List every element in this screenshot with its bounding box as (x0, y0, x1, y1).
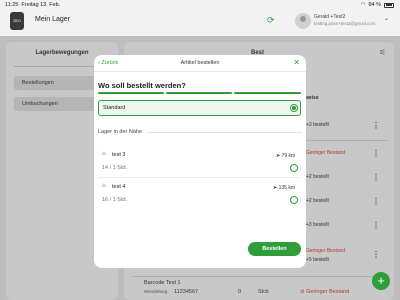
status-text: +2 bestellt (306, 174, 329, 180)
status-text: +2 bestellt (306, 198, 329, 204)
add-button[interactable]: + (372, 272, 390, 290)
item-qty: 0 (238, 289, 242, 295)
warehouse-icon: ⌂ (102, 183, 106, 189)
app-title: Mein Lager (35, 16, 71, 23)
plus-icon: + (377, 273, 385, 288)
more-vert-icon[interactable]: ⋮ (372, 250, 380, 259)
order-dialog: ‹ Zurück Artikel bestellen ✕ Wo soll bes… (94, 55, 306, 268)
more-vert-icon[interactable]: ⋮ (372, 121, 380, 130)
avatar[interactable] (295, 13, 311, 29)
radio-unselected-icon[interactable] (290, 196, 298, 204)
radio-selected-icon[interactable] (290, 104, 298, 112)
more-vert-icon[interactable]: ⋮ (372, 221, 380, 230)
order-button[interactable]: Bestellen (248, 242, 301, 256)
status-text: Geringer Bestand (306, 248, 346, 254)
step-indicator (98, 92, 164, 94)
more-vert-icon[interactable]: ⋮ (372, 197, 380, 206)
location-qty: 14 / 1 Std. (102, 165, 128, 171)
section-title: Lager in der Nähe (98, 129, 143, 135)
location-name: test 3 (112, 152, 126, 158)
status-text: +5 bestellt (306, 257, 329, 263)
radio-unselected-icon[interactable] (290, 164, 298, 172)
step-indicator (234, 92, 301, 94)
close-icon[interactable]: ✕ (293, 58, 300, 67)
item-status: ⊘ Geringer Bestand (300, 289, 350, 295)
section-divider (147, 132, 302, 133)
status-indicators: ◠ 84 % (361, 2, 394, 8)
item-title: Barcode Test 1 (144, 280, 181, 286)
warehouse-icon: ⌂ (102, 151, 106, 157)
status-bar: 11:25 Freitag 13. Feb. ◠ 84 % (0, 0, 400, 10)
more-vert-icon[interactable]: ⋮ (372, 173, 380, 182)
status-text: +3 bestellt (306, 222, 329, 228)
step-indicator (166, 92, 232, 94)
location-qty: 16 / 1 Std. (102, 197, 128, 203)
dialog-divider (94, 71, 306, 72)
filter-icon[interactable]: ⚟ (379, 48, 386, 57)
dialog-title: Artikel bestellen (180, 60, 220, 66)
chevron-down-icon[interactable]: ⌄ (384, 15, 389, 22)
wifi-icon: ◠ (360, 2, 366, 8)
app-logo: ZEO (10, 12, 24, 30)
column-header: weise (305, 95, 319, 101)
battery-icon (384, 2, 394, 8)
more-vert-icon[interactable]: ⋮ (372, 149, 380, 158)
status-text: Geringer Bestand (306, 150, 346, 156)
refresh-icon[interactable]: ⟳ (267, 15, 275, 26)
location-name: test 4 (112, 184, 126, 190)
location-distance: ➤ 79 km (276, 153, 296, 159)
item-code: 11234567 (174, 289, 199, 295)
location-divider (98, 177, 301, 178)
dialog-question: Wo soll bestellt werden? (98, 81, 186, 90)
option-standard[interactable]: Standard (98, 100, 301, 116)
user-email: testing.pass+test2@gmail.com (314, 21, 376, 26)
status-time: 11:25 Freitag 13. Feb. (5, 2, 61, 8)
status-text: +3 bestellt (306, 122, 329, 128)
battery-percent: 84 % (368, 2, 381, 8)
row-divider (132, 276, 388, 277)
location-distance: ➤ 135 km (273, 185, 295, 191)
item-unit: Stck (258, 289, 269, 295)
user-name[interactable]: Gerald +Test2 (314, 14, 345, 20)
option-label: Standard (103, 105, 126, 111)
top-app-bar: ZEO Mein Lager ⟳ Gerald +Test2 testing.p… (0, 10, 400, 34)
item-sublabel: Wendelweg (144, 289, 168, 294)
